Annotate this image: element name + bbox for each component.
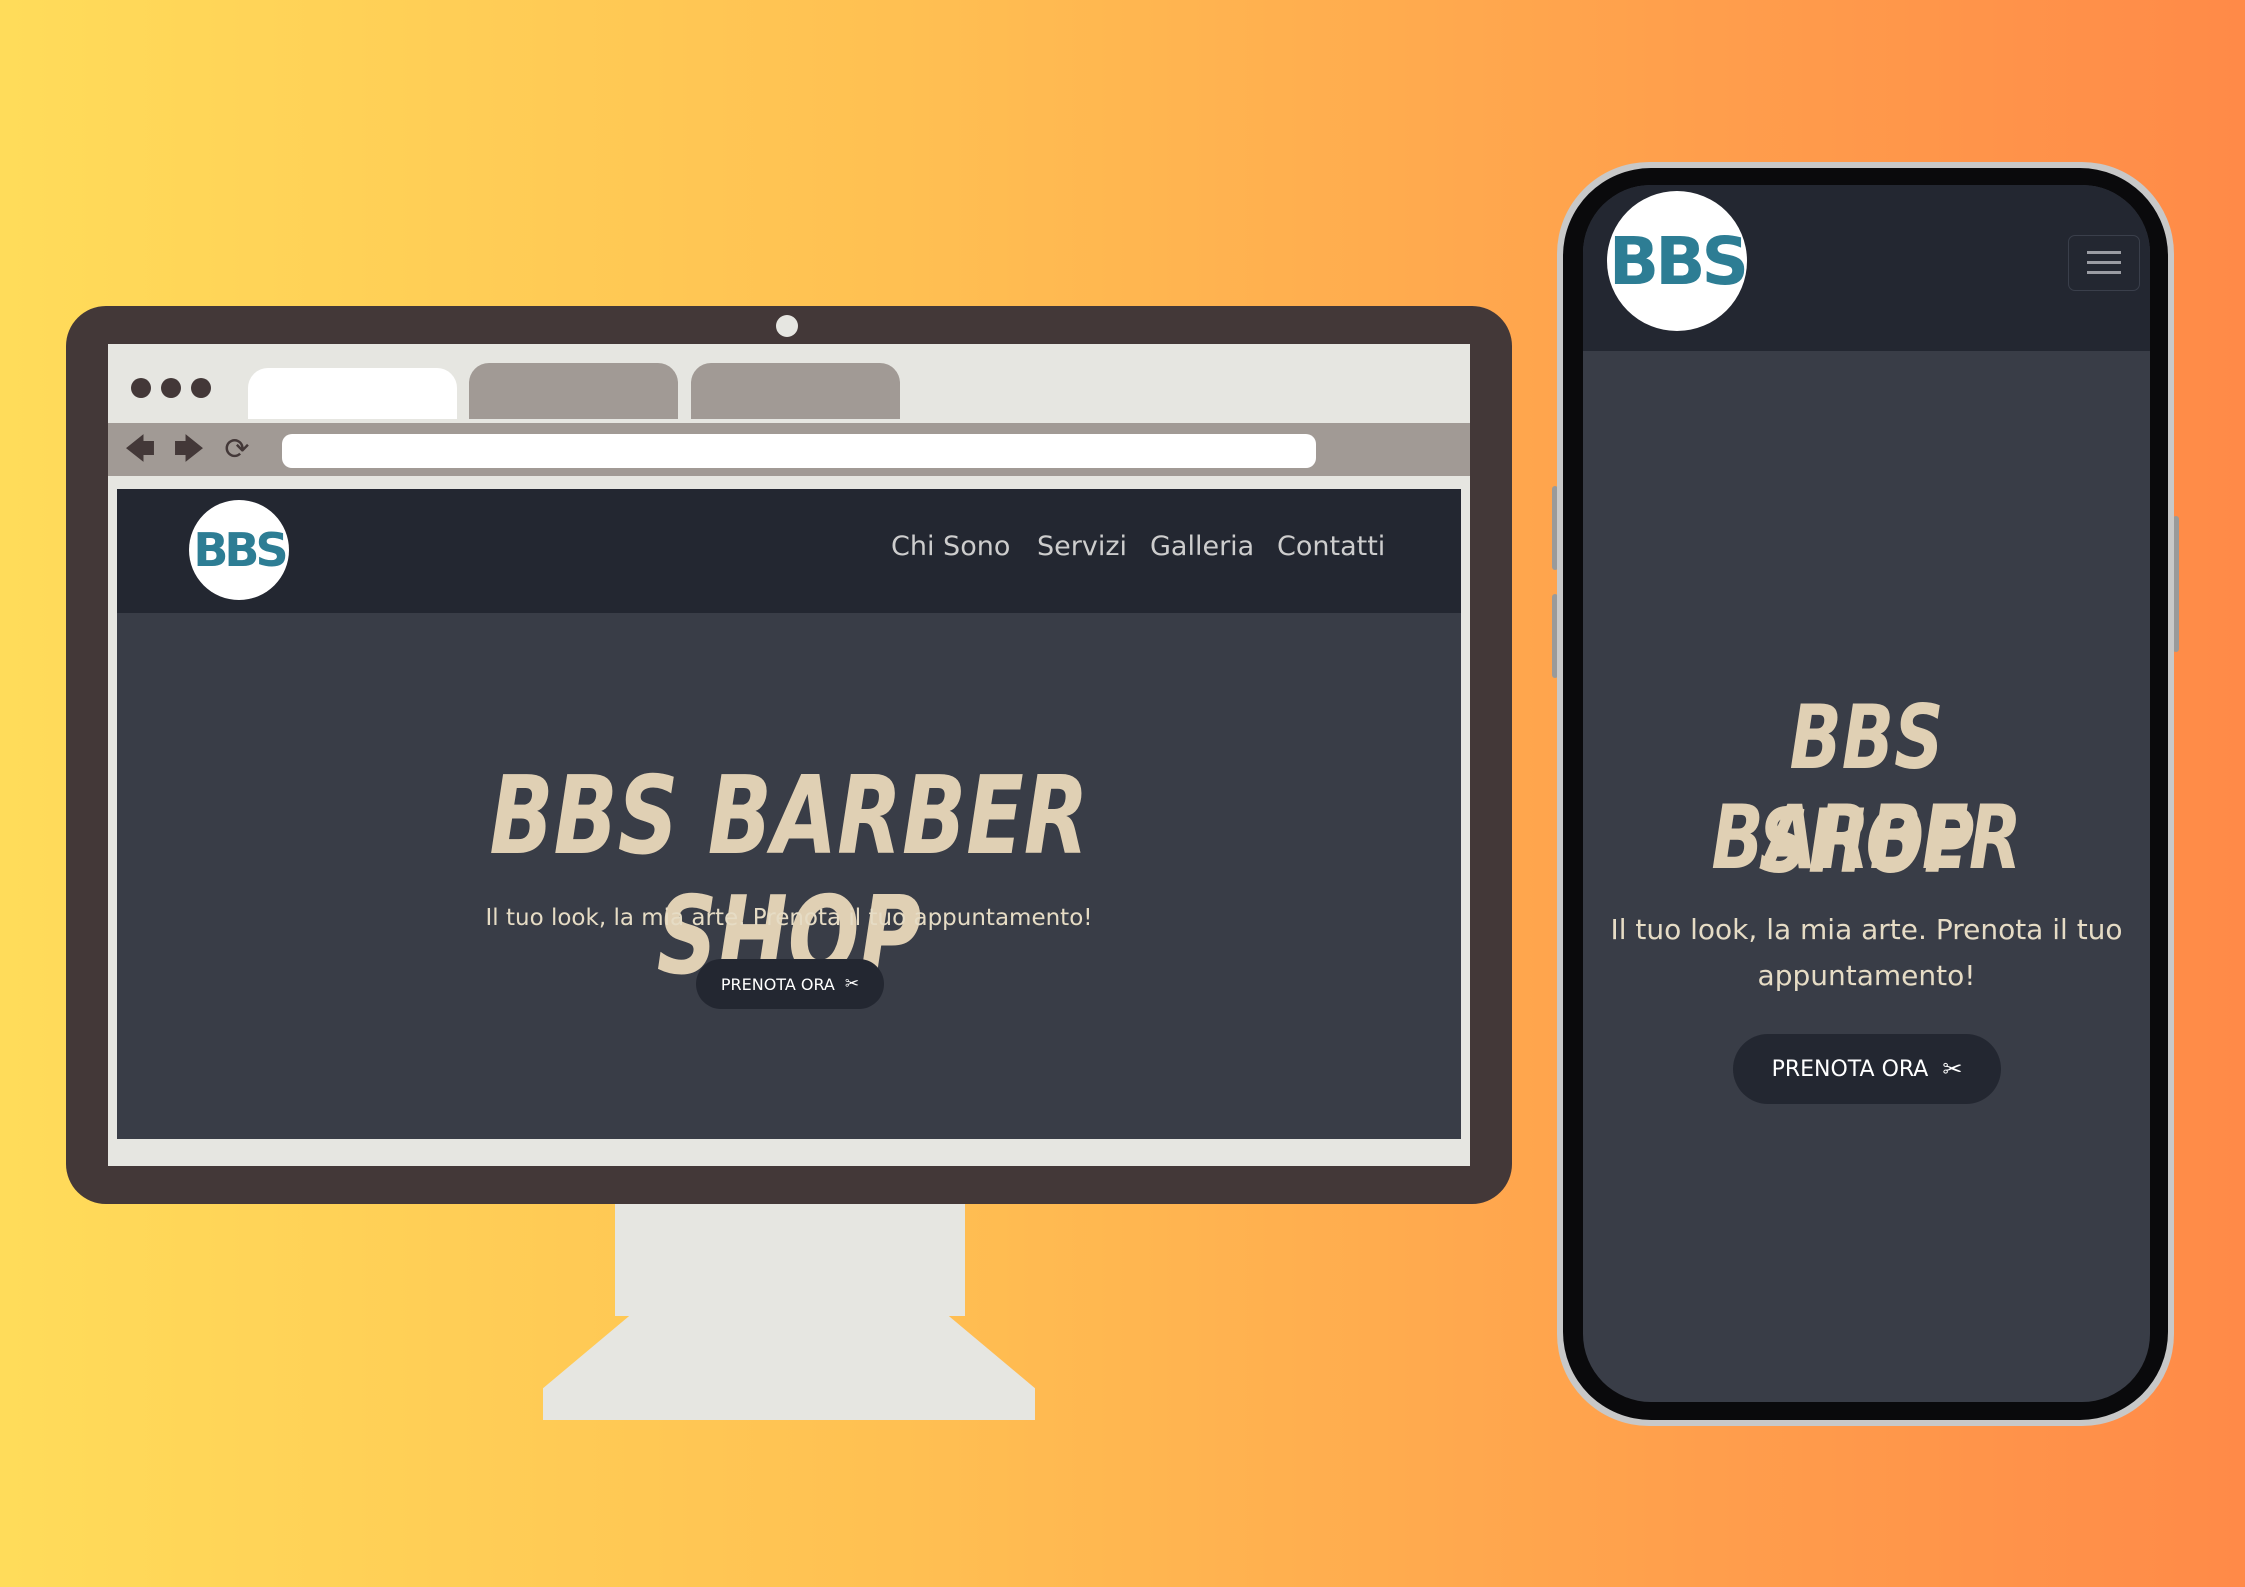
scissors-icon: ✂ xyxy=(1942,1055,1963,1083)
hamburger-menu-icon[interactable] xyxy=(2068,235,2140,291)
site-header: BBS Chi Sono Servizi Galleria Contatti xyxy=(117,489,1461,613)
url-input[interactable] xyxy=(282,434,1316,468)
window-dot xyxy=(131,378,151,398)
mobile-book-now-label: PRENOTA ORA xyxy=(1771,1056,1929,1082)
book-now-label: PRENOTA ORA xyxy=(720,974,835,994)
monitor-stand xyxy=(615,1204,965,1316)
mobile-hero-subtitle-line1: Il tuo look, la mia arte. Prenota il tuo xyxy=(1610,913,2123,946)
nav-link-contatti[interactable]: Contatti xyxy=(1277,531,1385,562)
nav-link-galleria[interactable]: Galleria xyxy=(1150,531,1254,562)
browser-tab[interactable] xyxy=(691,363,900,419)
book-now-button[interactable]: PRENOTA ORA ✂ xyxy=(696,959,884,1009)
website-desktop: BBS Chi Sono Servizi Galleria Contatti B… xyxy=(117,489,1461,1139)
menu-bar xyxy=(2087,251,2121,254)
mobile-header: BBS xyxy=(1583,185,2150,351)
reload-icon[interactable]: ⟳ xyxy=(220,432,254,468)
menu-bar xyxy=(2087,261,2121,264)
mobile-hero-title-line2: SHOP xyxy=(1758,790,1975,893)
monitor-base xyxy=(543,1314,1035,1420)
window-dot xyxy=(161,378,181,398)
mobile-book-now-button[interactable]: PRENOTA ORA ✂ xyxy=(1733,1034,2001,1104)
browser-tab[interactable] xyxy=(469,363,678,419)
nav-link-servizi[interactable]: Servizi xyxy=(1037,531,1127,562)
scissors-icon: ✂ xyxy=(844,974,860,994)
mobile-logo[interactable]: BBS xyxy=(1607,191,1749,331)
mobile-hero-subtitle-line2: appuntamento! xyxy=(1757,959,1976,992)
arrow-right-icon[interactable]: 🡆 xyxy=(172,432,206,468)
browser-tab-active[interactable] xyxy=(248,368,457,419)
menu-bar xyxy=(2087,271,2121,274)
monitor-camera xyxy=(776,315,798,337)
arrow-left-icon[interactable]: 🡄 xyxy=(123,432,157,468)
window-dot xyxy=(191,378,211,398)
nav-link-chi-sono[interactable]: Chi Sono xyxy=(891,531,1010,562)
website-mobile: BBS BBS BARBER SHOP Il tuo look, la mia … xyxy=(1583,185,2150,1402)
logo[interactable]: BBS xyxy=(189,500,289,600)
hero-subtitle: Il tuo look, la mia arte. Prenota il tuo… xyxy=(485,905,1093,931)
